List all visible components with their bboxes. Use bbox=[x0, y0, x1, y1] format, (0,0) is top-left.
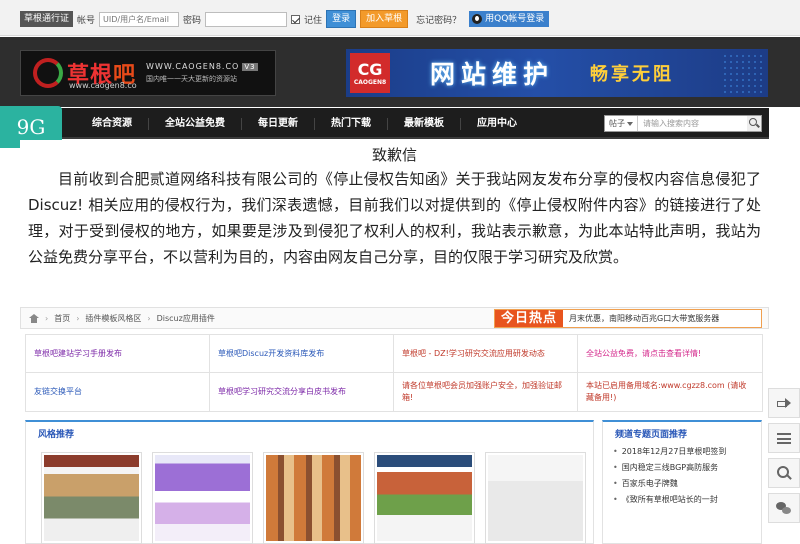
thumbnail-image bbox=[44, 455, 139, 541]
search-type-label: 帖子 bbox=[609, 119, 625, 128]
search-icon bbox=[777, 466, 791, 480]
nav-item-app-center[interactable]: 应用中心 bbox=[461, 118, 533, 130]
share-icon bbox=[777, 398, 791, 408]
remember-checkbox[interactable] bbox=[291, 14, 301, 24]
breadcrumb-separator: › bbox=[147, 313, 151, 323]
thumbnail-image bbox=[377, 455, 472, 541]
home-icon[interactable] bbox=[29, 313, 39, 323]
channel-topics: 频道专题页面推荐 2018年12月27日草根吧签到 国内稳定三线BGP高防服务 … bbox=[602, 420, 762, 544]
breadcrumb-home[interactable]: 首页 bbox=[54, 313, 70, 324]
channel-topics-title: 频道专题页面推荐 bbox=[615, 430, 688, 440]
search-icon[interactable] bbox=[747, 116, 761, 131]
logo-version: V3 bbox=[242, 63, 258, 71]
breadcrumb-section[interactable]: 插件模板风格区 bbox=[85, 313, 141, 324]
banner-dots-decoration bbox=[722, 53, 762, 93]
hot-news-text[interactable]: 月末优惠，南阳移动百兆G口大带宽服务器 bbox=[563, 313, 719, 324]
logo-text-block: WWW.CAOGEN8.CO V3 国内唯一一天大更新的资源站 bbox=[146, 62, 258, 84]
style-thumbnail[interactable] bbox=[374, 452, 475, 544]
style-thumbnail[interactable] bbox=[485, 452, 586, 544]
thumbnail-image bbox=[155, 455, 250, 541]
announcement-link[interactable]: 草根吧Discuz开发资料库发布 bbox=[210, 335, 394, 373]
main-nav: 综合资源 全站公益免费 每日更新 热门下载 最新模板 应用中心 帖子 请输入搜索… bbox=[20, 108, 769, 139]
logo-domain: WWW.CAOGEN8.CO V3 bbox=[146, 62, 258, 71]
topic-item[interactable]: 《致所有草根吧站长的一封 bbox=[603, 492, 761, 508]
search-input[interactable]: 请输入搜索内容 bbox=[638, 118, 747, 129]
hot-news-tag: 今日热点 bbox=[495, 310, 564, 327]
site-logo[interactable]: 草根吧 www.caogen8.co WWW.CAOGEN8.CO V3 国内唯一… bbox=[20, 50, 276, 96]
qq-login-label: 用QQ帐号登录 bbox=[485, 14, 545, 24]
thumbnail-image bbox=[266, 455, 361, 541]
style-thumbnail[interactable] bbox=[263, 452, 364, 544]
chevron-down-icon bbox=[627, 121, 633, 126]
login-button[interactable]: 登录 bbox=[326, 10, 357, 28]
apology-title: 致歉信 bbox=[371, 146, 417, 164]
wechat-icon bbox=[776, 501, 792, 515]
nav-item-hot-download[interactable]: 热门下载 bbox=[315, 117, 388, 130]
style-thumbnail[interactable] bbox=[152, 452, 253, 544]
announcement-link[interactable]: 草根吧学习研究交流分享白皮书发布 bbox=[210, 373, 394, 411]
account-label: 帐号 bbox=[77, 15, 96, 26]
nav-item-free[interactable]: 全站公益免费 bbox=[149, 117, 242, 130]
join-button[interactable]: 加入草根 bbox=[360, 10, 409, 28]
thumbnail-image bbox=[488, 455, 583, 541]
topic-item[interactable]: 百家乐电子牌魏 bbox=[603, 476, 761, 492]
banner-main-text: 网站维护 bbox=[430, 60, 555, 89]
style-thumbnail[interactable] bbox=[41, 452, 142, 544]
account-input[interactable] bbox=[99, 11, 180, 27]
login-bar: 草根通行证 帐号 密码 记住 登录 加入草根 忘记密码？ 用QQ帐号登录 bbox=[0, 0, 800, 36]
nav-item-general[interactable]: 综合资源 bbox=[76, 117, 149, 130]
nav-search: 帖子 请输入搜索内容 bbox=[604, 115, 762, 132]
announcement-link[interactable]: 请各位草根吧会员加强账户安全，加强验证邮箱! bbox=[394, 373, 578, 411]
apology-body: 目前收到合肥贰道网络科技有限公司的《停止侵权告知函》关于我站网友发布分享的侵权内… bbox=[28, 170, 761, 266]
announcement-link[interactable]: 全站公益免费，请点击查看详情! bbox=[578, 335, 762, 373]
remember-label: 记住 bbox=[304, 15, 323, 26]
share-button[interactable] bbox=[768, 388, 800, 418]
cg-logo-icon: CG CAOGEN8 bbox=[350, 53, 390, 93]
breadcrumb-current[interactable]: Discuz应用插件 bbox=[157, 313, 215, 324]
passport-tag: 草根通行证 bbox=[20, 11, 74, 27]
banner-sub-text: 畅享无阻 bbox=[590, 64, 675, 85]
qq-icon bbox=[472, 14, 483, 24]
topic-item[interactable]: 国内稳定三线BGP高防服务 bbox=[603, 460, 761, 476]
maintenance-banner[interactable]: CG CAOGEN8 网站维护 畅享无阻 bbox=[346, 49, 768, 97]
nav-item-daily[interactable]: 每日更新 bbox=[242, 117, 315, 130]
logo-mark-icon bbox=[33, 58, 63, 88]
style-thumbnails bbox=[41, 452, 586, 544]
nav-items: 综合资源 全站公益免费 每日更新 热门下载 最新模板 应用中心 bbox=[76, 108, 533, 139]
cg-logo-text: CG bbox=[357, 59, 383, 79]
password-input[interactable] bbox=[205, 11, 288, 27]
logo-slogan: 国内唯一一天大更新的资源站 bbox=[146, 75, 238, 83]
announcement-link[interactable]: 草根吧建站学习手册发布 bbox=[26, 335, 210, 373]
announcement-link[interactable]: 友链交换平台 bbox=[26, 373, 210, 411]
search-type-select[interactable]: 帖子 bbox=[605, 116, 638, 131]
topic-item[interactable]: 2018年12月27日草根吧签到 bbox=[603, 444, 761, 460]
breadcrumb-separator: › bbox=[45, 313, 49, 323]
cg-logo-sub: CAOGEN8 bbox=[353, 78, 387, 86]
style-recommendations-title: 风格推荐 bbox=[38, 430, 75, 440]
site-header: 草根吧 www.caogen8.co WWW.CAOGEN8.CO V3 国内唯一… bbox=[0, 37, 800, 107]
hot-news[interactable]: 今日热点 月末优惠，南阳移动百兆G口大带宽服务器 bbox=[494, 309, 762, 328]
side-search-button[interactable] bbox=[768, 458, 800, 488]
logo-url: www.caogen8.co bbox=[69, 81, 137, 90]
breadcrumb: › 首页 › 插件模板风格区 › Discuz应用插件 今日热点 月末优惠，南阳… bbox=[20, 307, 769, 329]
breadcrumb-separator: › bbox=[76, 313, 80, 323]
announcement-link[interactable]: 草根吧 - DZ!学习研究交流应用研发动态 bbox=[394, 335, 578, 373]
menu-icon bbox=[777, 432, 791, 444]
nav-item-new-templates[interactable]: 最新模板 bbox=[388, 117, 461, 130]
apology-notice: 致歉信 目前收到合肥贰道网络科技有限公司的《停止侵权告知函》关于我站网友发布分享… bbox=[20, 140, 769, 308]
announcement-grid: 草根吧建站学习手册发布 草根吧Discuz开发资料库发布 草根吧 - DZ!学习… bbox=[25, 334, 763, 412]
forgot-password-link[interactable]: 忘记密码？ bbox=[416, 13, 461, 26]
password-label: 密码 bbox=[183, 15, 202, 26]
menu-button[interactable] bbox=[768, 423, 800, 453]
style-recommendations: 风格推荐 bbox=[25, 420, 594, 544]
announcement-link[interactable]: 本站已启用备用域名:www.cgzz8.com (请收藏备用!) bbox=[578, 373, 762, 411]
logo-domain-text: WWW.CAOGEN8.CO bbox=[146, 62, 240, 71]
qq-login-button[interactable]: 用QQ帐号登录 bbox=[469, 11, 550, 27]
wechat-button[interactable] bbox=[768, 493, 800, 523]
